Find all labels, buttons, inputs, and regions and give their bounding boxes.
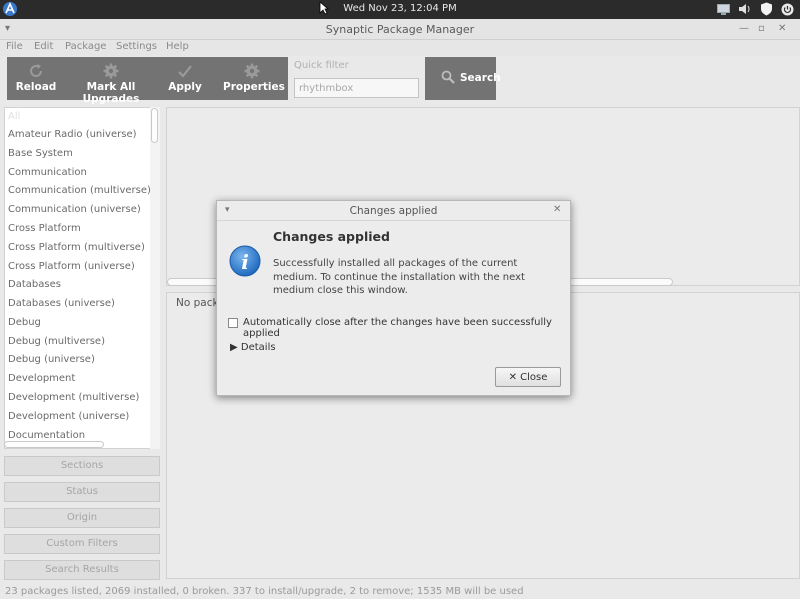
list-item[interactable]: Development (multiverse) <box>8 392 139 403</box>
gear-icon <box>65 63 157 79</box>
mouse-cursor-icon <box>319 1 330 18</box>
minimize-button[interactable]: — <box>739 23 749 34</box>
apply-button[interactable]: Apply <box>165 57 205 100</box>
search-results-button[interactable]: Search Results <box>4 560 160 580</box>
list-item[interactable]: Databases (universe) <box>8 298 115 309</box>
origin-button[interactable]: Origin <box>4 508 160 528</box>
search-button[interactable]: Search <box>425 57 501 100</box>
system-top-panel: Wed Nov 23, 12:04 PM <box>0 0 800 19</box>
clock[interactable]: Wed Nov 23, 12:04 PM <box>0 3 800 14</box>
list-item[interactable]: All <box>8 111 20 122</box>
sections-button[interactable]: Sections <box>4 456 160 476</box>
reload-label: Reload <box>15 81 57 93</box>
menu-file[interactable]: File <box>6 41 23 52</box>
menu-edit[interactable]: Edit <box>34 41 53 52</box>
list-item[interactable]: Communication (multiverse) <box>8 185 151 196</box>
maximize-button[interactable]: ▫ <box>758 23 765 34</box>
dialog-title: Changes applied <box>349 205 438 217</box>
list-item[interactable]: Cross Platform <box>8 223 81 234</box>
auto-close-checkbox[interactable] <box>228 318 238 328</box>
search-icon <box>441 70 455 87</box>
dialog-message: Successfully installed all packages of t… <box>273 258 525 296</box>
properties-button[interactable]: Properties <box>223 57 285 100</box>
network-icon[interactable] <box>717 3 730 18</box>
info-icon: i <box>229 245 261 280</box>
close-button[interactable]: ✕ Close <box>495 367 561 387</box>
menu-settings[interactable]: Settings <box>116 41 157 52</box>
category-horizontal-scroll-thumb[interactable] <box>4 441 104 448</box>
menubar: File Edit Package Settings Help <box>0 40 800 56</box>
dialog-heading: Changes applied <box>273 229 390 244</box>
list-item[interactable]: Development (universe) <box>8 411 129 422</box>
list-item[interactable]: Documentation <box>8 430 85 441</box>
toolbar: Reload Mark All Upgrades Apply Propertie… <box>7 57 288 105</box>
list-item[interactable]: Cross Platform (multiverse) <box>8 242 145 253</box>
menu-package[interactable]: Package <box>65 41 106 52</box>
expander-arrow-icon: ▶ <box>230 342 238 353</box>
svg-text:i: i <box>241 250 249 274</box>
list-item[interactable]: Cross Platform (universe) <box>8 261 135 272</box>
checkmark-icon <box>165 63 205 79</box>
list-item[interactable]: Debug (universe) <box>8 354 95 365</box>
list-item[interactable]: Communication (universe) <box>8 204 141 215</box>
status-button[interactable]: Status <box>4 482 160 502</box>
menu-help[interactable]: Help <box>166 41 189 52</box>
close-label: Close <box>520 371 548 383</box>
quick-filter-input[interactable] <box>294 78 419 98</box>
dialog-titlebar: ▾ Changes applied ✕ <box>217 201 570 221</box>
close-window-button[interactable]: ✕ <box>778 23 786 34</box>
mark-all-upgrades-button[interactable]: Mark All Upgrades <box>65 57 157 105</box>
list-item[interactable]: Databases <box>8 279 61 290</box>
window-title: Synaptic Package Manager <box>325 23 475 36</box>
list-item[interactable]: Communication <box>8 167 87 178</box>
list-item[interactable]: Debug <box>8 317 41 328</box>
reload-button[interactable]: Reload <box>13 57 59 100</box>
window-titlebar: ▾ Synaptic Package Manager — ▫ ✕ <box>0 19 800 40</box>
category-vertical-scroll-thumb[interactable] <box>151 108 158 143</box>
close-icon: ✕ <box>508 371 517 383</box>
power-icon[interactable] <box>781 3 794 19</box>
gear-icon <box>223 63 281 79</box>
package-description-text: No pack <box>176 297 219 309</box>
reload-icon <box>13 63 59 79</box>
status-bar: 23 packages listed, 2069 installed, 0 br… <box>5 586 524 597</box>
details-expander[interactable]: ▶ Details <box>230 342 276 353</box>
list-item[interactable]: Base System <box>8 148 73 159</box>
list-item[interactable]: Development <box>8 373 75 384</box>
shield-icon[interactable] <box>760 2 773 19</box>
volume-icon[interactable] <box>738 3 752 18</box>
details-label: Details <box>240 342 276 353</box>
apply-label: Apply <box>168 81 202 93</box>
changes-applied-dialog: ▾ Changes applied ✕ i Changes applied Su… <box>216 200 571 396</box>
list-item[interactable]: Debug (multiverse) <box>8 336 105 347</box>
category-vertical-scrollbar[interactable] <box>150 107 160 449</box>
system-tray <box>717 2 794 19</box>
custom-filters-button[interactable]: Custom Filters <box>4 534 160 554</box>
mark-all-upgrades-label: Mark All Upgrades <box>82 81 140 105</box>
quick-filter-label: Quick filter <box>294 60 349 71</box>
dialog-close-icon[interactable]: ✕ <box>553 204 561 215</box>
auto-close-checkbox-label[interactable]: Automatically close after the changes ha… <box>243 317 570 339</box>
search-label: Search <box>460 72 501 84</box>
list-item[interactable]: Amateur Radio (universe) <box>8 129 137 140</box>
properties-label: Properties <box>223 81 285 93</box>
category-list[interactable]: All Amateur Radio (universe) Base System… <box>4 107 160 449</box>
